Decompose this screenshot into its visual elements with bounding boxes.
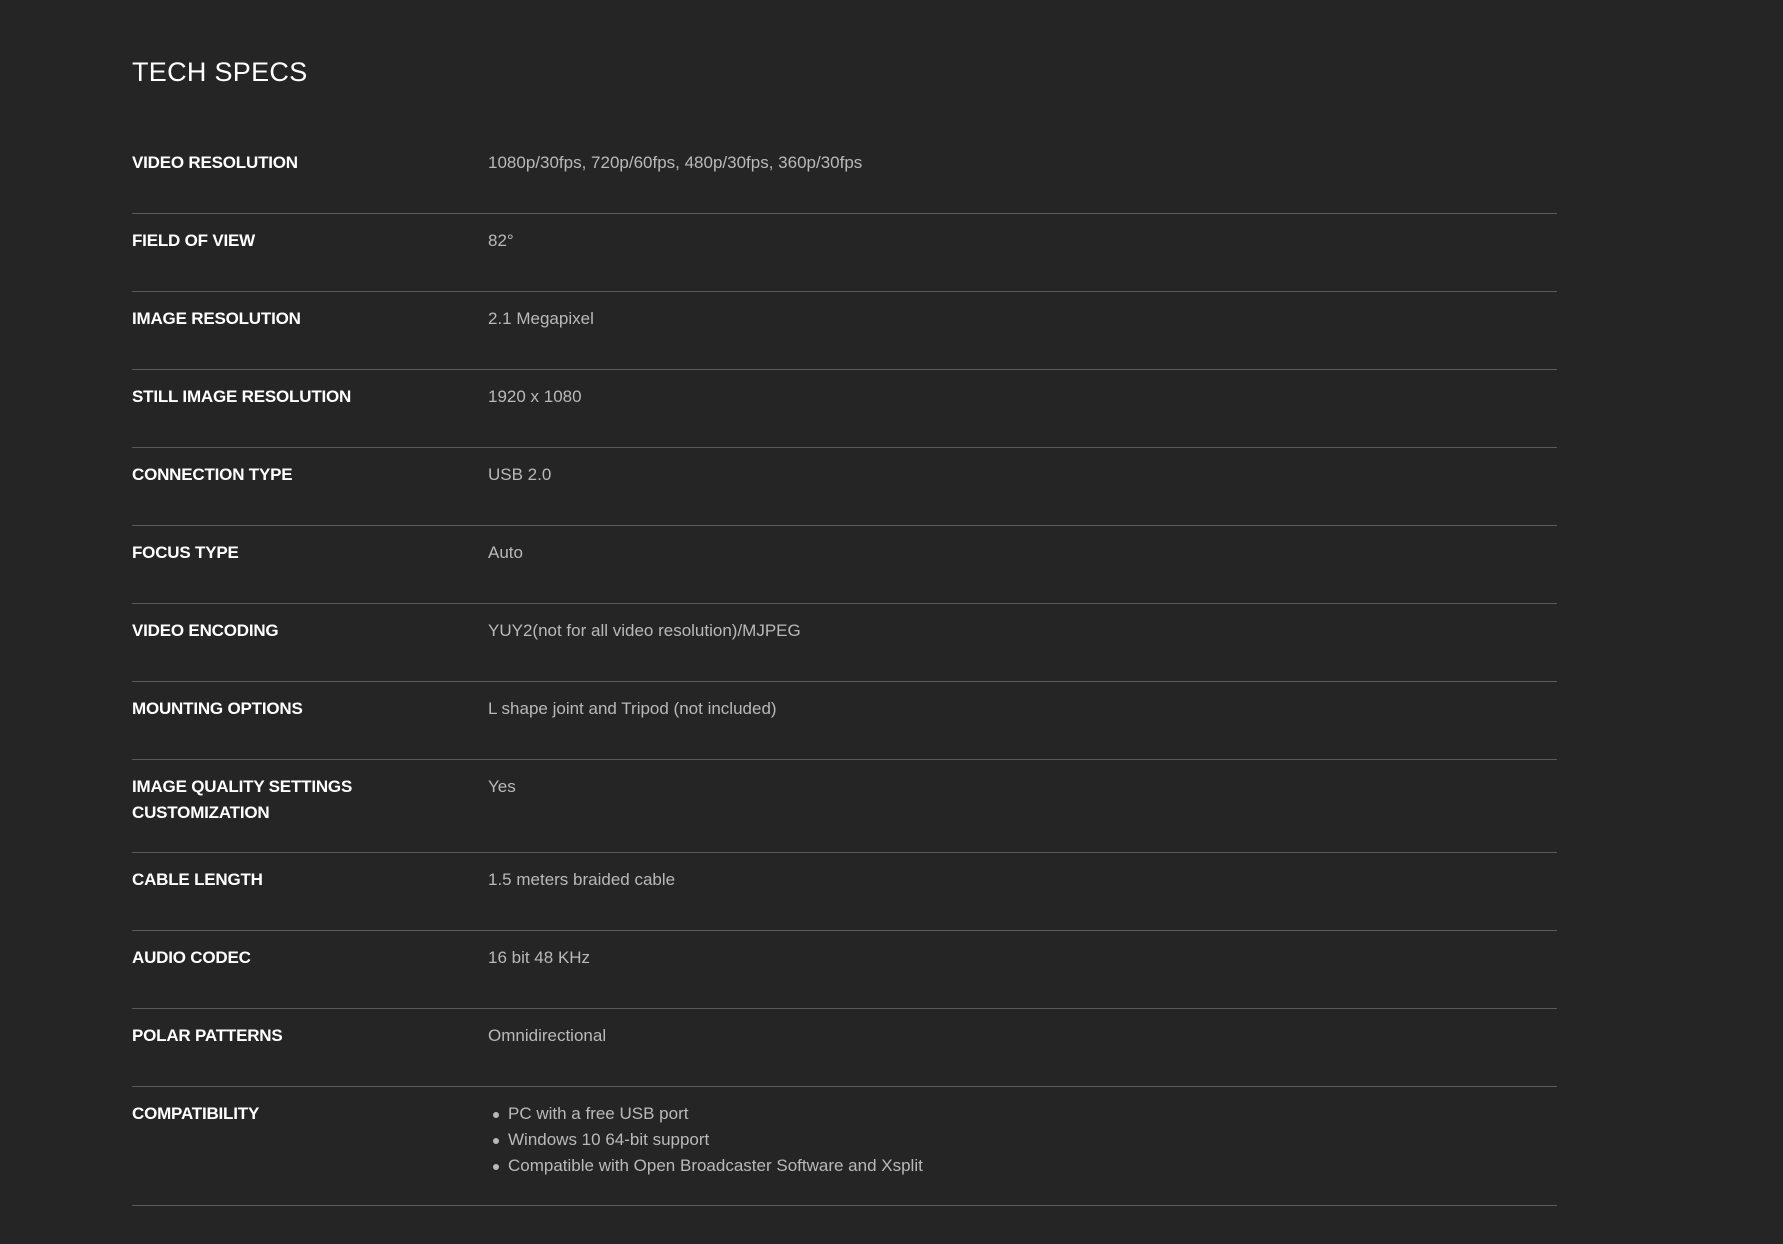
spec-value: Yes [488, 777, 516, 796]
spec-label: CONNECTION TYPE [132, 465, 293, 484]
spec-value: YUY2(not for all video resolution)/MJPEG [488, 621, 801, 640]
spec-label: COMPATIBILITY [132, 1104, 260, 1123]
spec-row-cable-length: CABLE LENGTH 1.5 meters braided cable [132, 853, 1557, 931]
spec-row-still-image-resolution: STILL IMAGE RESOLUTION 1920 x 1080 [132, 370, 1557, 448]
spec-label: STILL IMAGE RESOLUTION [132, 387, 352, 406]
list-item: Windows 10 64-bit support [493, 1127, 1557, 1153]
spec-row-image-quality-settings: IMAGE QUALITY SETTINGS CUSTOMIZATION Yes [132, 760, 1557, 853]
spec-label: IMAGE RESOLUTION [132, 309, 301, 328]
spec-value: USB 2.0 [488, 465, 552, 484]
spec-value: 1920 x 1080 [488, 387, 582, 406]
spec-value: 2.1 Megapixel [488, 309, 594, 328]
compatibility-list: PC with a free USB port Windows 10 64-bi… [488, 1101, 1557, 1179]
spec-row-focus-type: FOCUS TYPE Auto [132, 526, 1557, 604]
spec-row-field-of-view: FIELD OF VIEW 82° [132, 214, 1557, 292]
spec-label: MOUNTING OPTIONS [132, 699, 303, 718]
spec-value: 16 bit 48 KHz [488, 948, 591, 967]
spec-value: L shape joint and Tripod (not included) [488, 699, 777, 718]
spec-label: POLAR PATTERNS [132, 1026, 283, 1045]
spec-value: 1080p/30fps, 720p/60fps, 480p/30fps, 360… [488, 153, 863, 172]
spec-row-connection-type: CONNECTION TYPE USB 2.0 [132, 448, 1557, 526]
spec-row-image-resolution: IMAGE RESOLUTION 2.1 Megapixel [132, 292, 1557, 370]
spec-row-polar-patterns: POLAR PATTERNS Omnidirectional [132, 1009, 1557, 1087]
spec-value: Auto [488, 543, 523, 562]
spec-value: 1.5 meters braided cable [488, 870, 676, 889]
spec-value: PC with a free USB port Windows 10 64-bi… [488, 1101, 1557, 1179]
spec-row-video-resolution: VIDEO RESOLUTION 1080p/30fps, 720p/60fps… [132, 136, 1557, 214]
spec-row-mounting-options: MOUNTING OPTIONS L shape joint and Tripo… [132, 682, 1557, 760]
spec-label: IMAGE QUALITY SETTINGS CUSTOMIZATION [132, 777, 353, 822]
spec-label: FOCUS TYPE [132, 543, 239, 562]
spec-label: AUDIO CODEC [132, 948, 251, 967]
spec-value: Omnidirectional [488, 1026, 607, 1045]
spec-list: VIDEO RESOLUTION 1080p/30fps, 720p/60fps… [132, 136, 1557, 1206]
spec-label: VIDEO ENCODING [132, 621, 279, 640]
spec-label: FIELD OF VIEW [132, 231, 256, 250]
spec-row-video-encoding: VIDEO ENCODING YUY2(not for all video re… [132, 604, 1557, 682]
spec-label: CABLE LENGTH [132, 870, 263, 889]
list-item: Compatible with Open Broadcaster Softwar… [493, 1153, 1557, 1179]
list-item: PC with a free USB port [493, 1101, 1557, 1127]
spec-row-audio-codec: AUDIO CODEC 16 bit 48 KHz [132, 931, 1557, 1009]
spec-row-compatibility: COMPATIBILITY PC with a free USB port Wi… [132, 1087, 1557, 1206]
tech-specs-section: TECH SPECS VIDEO RESOLUTION 1080p/30fps,… [132, 0, 1557, 1206]
section-title: TECH SPECS [132, 57, 308, 87]
spec-value: 82° [488, 231, 514, 250]
spec-label: VIDEO RESOLUTION [132, 153, 298, 172]
